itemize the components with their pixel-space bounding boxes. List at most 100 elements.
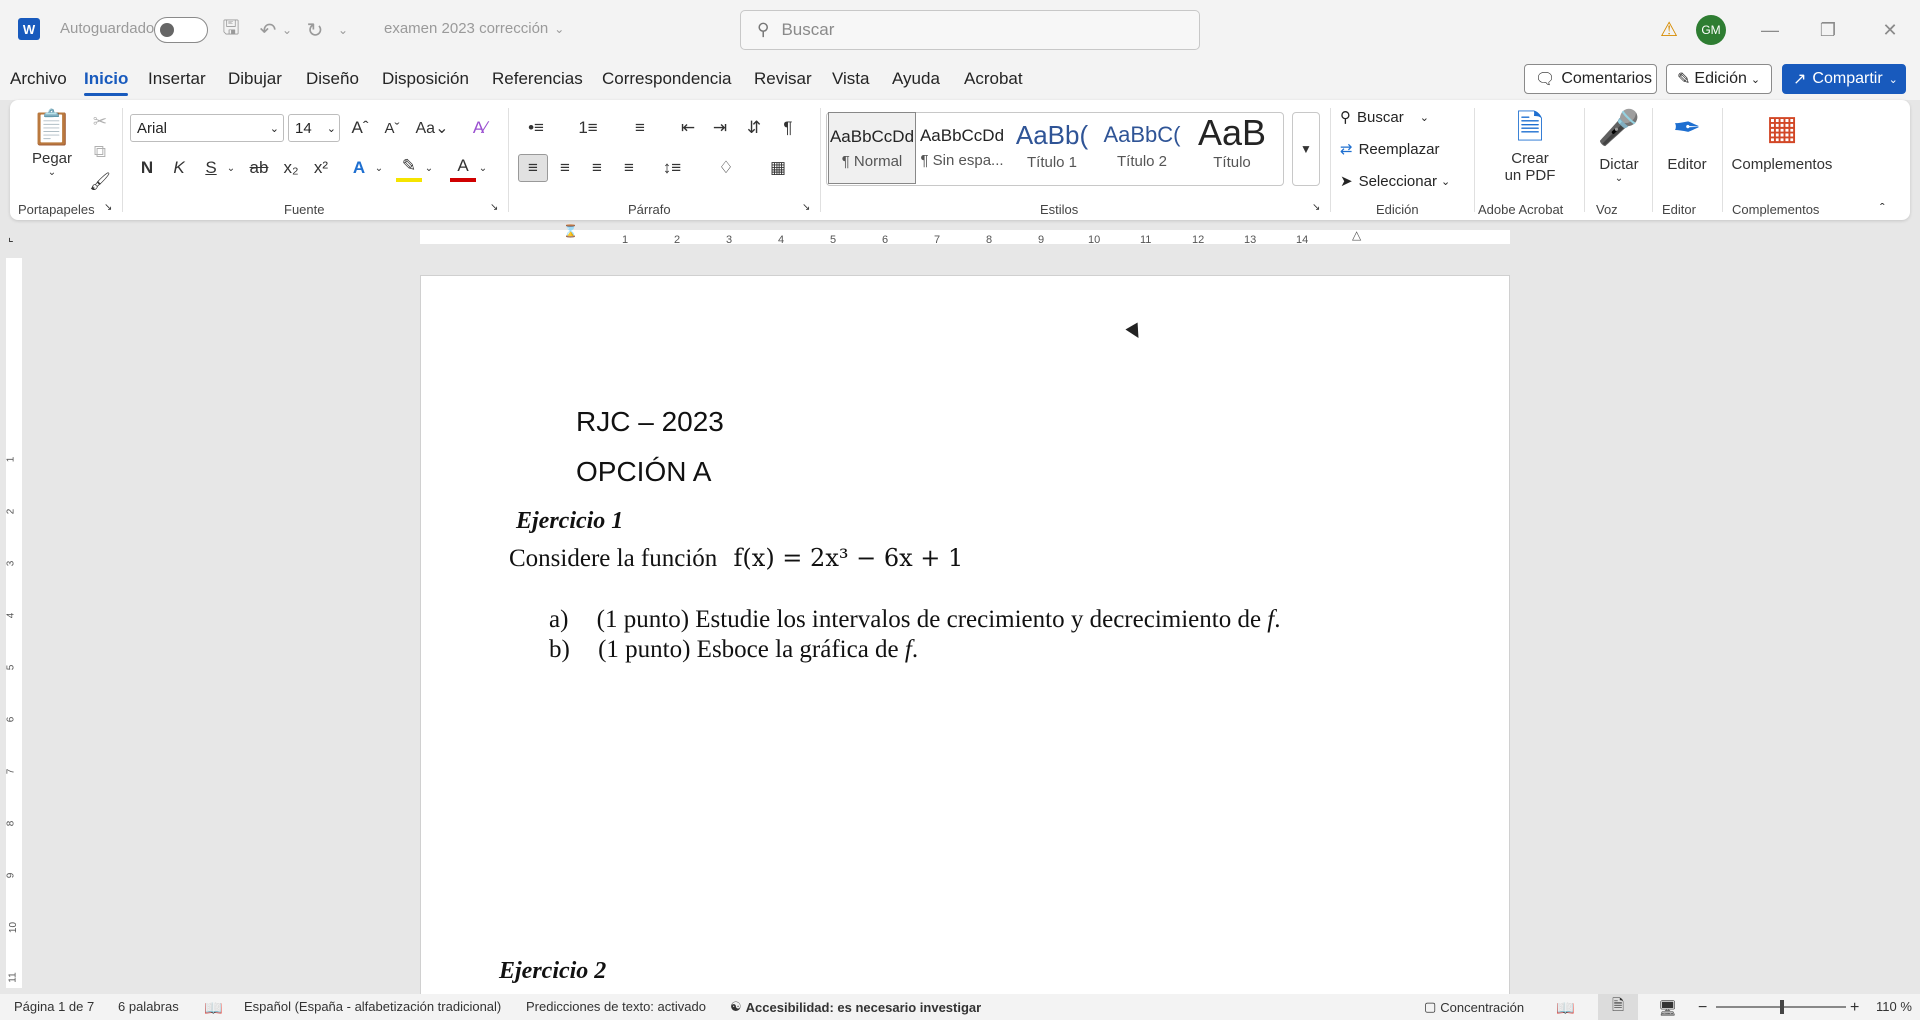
paste-button[interactable]: 📋 Pegar ⌄: [26, 106, 78, 178]
sort-icon[interactable]: ⇵: [740, 114, 768, 142]
chevron-down-icon[interactable]: ⌄: [224, 154, 238, 182]
dictate-button[interactable]: 🎤 Dictar ⌄: [1594, 106, 1644, 184]
tab-diseno[interactable]: Diseño: [306, 69, 359, 89]
editor-button[interactable]: ✒ Editor: [1660, 106, 1714, 173]
undo-dropdown-icon[interactable]: ⌄: [280, 17, 294, 43]
find-button[interactable]: ⚲ Buscar ⌄: [1340, 108, 1429, 127]
paragraph-launcher-icon[interactable]: ↘: [802, 202, 810, 213]
font-name-select[interactable]: Arial ⌄: [130, 114, 284, 142]
styles-more-icon[interactable]: ▼: [1292, 112, 1320, 186]
proofing-book-icon[interactable]: 📖: [204, 999, 223, 1017]
tab-disposicion[interactable]: Disposición: [382, 69, 469, 89]
cut-icon[interactable]: ✂: [86, 108, 114, 136]
show-formatting-icon[interactable]: ¶: [774, 114, 802, 142]
chevron-down-icon[interactable]: ⌄: [422, 154, 436, 182]
superscript-icon[interactable]: x²: [308, 154, 334, 182]
document-title[interactable]: examen 2023 corrección ⌄: [384, 20, 564, 37]
tab-archivo[interactable]: Archivo: [10, 69, 67, 89]
right-indent-marker-icon[interactable]: △: [1352, 228, 1361, 242]
highlight-icon[interactable]: ✎: [396, 154, 422, 182]
font-color-icon[interactable]: A: [450, 154, 476, 182]
zoom-slider[interactable]: [1716, 1000, 1846, 1014]
vertical-ruler[interactable]: 1 2 3 4 5 6 7 8 9 10 11: [5, 258, 22, 988]
bullets-icon[interactable]: •≡: [518, 114, 554, 142]
tab-referencias[interactable]: Referencias: [492, 69, 583, 89]
save-icon[interactable]: 🖫: [218, 17, 244, 43]
change-case-icon[interactable]: Aa⌄: [412, 114, 452, 142]
strikethrough-icon[interactable]: ab: [246, 154, 272, 182]
undo-icon[interactable]: ↶: [255, 17, 281, 43]
accessibility-status[interactable]: ☯ Accesibilidad: es necesario investigar: [730, 999, 981, 1015]
increase-indent-icon[interactable]: ⇥: [706, 114, 734, 142]
tab-acrobat[interactable]: Acrobat: [964, 69, 1023, 89]
bold-icon[interactable]: N: [134, 154, 160, 182]
style-no-spacing[interactable]: AaBbCcDd ¶ Sin espa...: [918, 112, 1006, 184]
addins-button[interactable]: ▦ Complementos: [1726, 106, 1838, 173]
select-button[interactable]: ➤ Seleccionar ⌄: [1340, 172, 1450, 191]
print-layout-icon[interactable]: 🗎: [1598, 994, 1638, 1020]
search-box[interactable]: ⚲ Buscar: [740, 10, 1200, 50]
focus-mode-button[interactable]: ▢ Concentración: [1424, 999, 1524, 1015]
zoom-in-icon[interactable]: +: [1850, 999, 1859, 1017]
font-launcher-icon[interactable]: ↘: [490, 202, 498, 213]
warning-icon[interactable]: ⚠: [1660, 17, 1678, 42]
indent-marker-icon[interactable]: ⌛: [563, 224, 578, 238]
line-spacing-icon[interactable]: ↕≡: [650, 154, 694, 182]
minimize-icon[interactable]: —: [1750, 14, 1790, 46]
share-button[interactable]: ↗ Compartir ⌄: [1782, 64, 1906, 94]
tab-revisar[interactable]: Revisar: [754, 69, 812, 89]
align-center-icon[interactable]: ≡: [550, 154, 580, 182]
web-layout-icon[interactable]: 🖥: [1658, 999, 1677, 1017]
editing-mode-button[interactable]: ✎ Edición ⌄: [1666, 64, 1772, 94]
subscript-icon[interactable]: x₂: [278, 154, 304, 182]
word-count[interactable]: 6 palabras: [118, 999, 179, 1014]
document-page[interactable]: RJC – 2023 OPCIÓN A Ejercicio 1 Consider…: [420, 275, 1510, 995]
style-heading-2[interactable]: AaBbC( Título 2: [1098, 112, 1186, 184]
decrease-indent-icon[interactable]: ⇤: [674, 114, 702, 142]
create-pdf-button[interactable]: 🗎 Crear un PDF: [1494, 106, 1566, 184]
chevron-down-icon[interactable]: ⌄: [372, 154, 386, 182]
tab-selector-icon[interactable]: ⌞: [8, 230, 14, 244]
styles-launcher-icon[interactable]: ↘: [1312, 202, 1320, 213]
shrink-font-icon[interactable]: Aˇ: [378, 114, 406, 142]
zoom-level[interactable]: 110 %: [1876, 999, 1912, 1014]
autosave-toggle[interactable]: [154, 17, 208, 43]
style-title[interactable]: AaB Título: [1188, 112, 1276, 184]
text-effects-icon[interactable]: A: [346, 154, 372, 182]
restore-icon[interactable]: ❐: [1808, 14, 1848, 46]
multilevel-list-icon[interactable]: ≡: [622, 114, 658, 142]
redo-icon[interactable]: ↻: [302, 17, 328, 43]
tab-vista[interactable]: Vista: [832, 69, 870, 89]
grow-font-icon[interactable]: Aˆ: [346, 114, 374, 142]
horizontal-ruler[interactable]: ⌞ ⌛ △ 1 2 3 4 5 6 7 8 9 10 11 12 13 14: [0, 224, 1920, 250]
text-predictions-status[interactable]: Predicciones de texto: activado: [526, 999, 706, 1014]
collapse-ribbon-icon[interactable]: ˆ: [1880, 200, 1885, 216]
style-normal[interactable]: AaBbCcDd ¶ Normal: [828, 112, 916, 184]
chevron-down-icon[interactable]: ⌄: [476, 154, 490, 182]
clear-formatting-icon[interactable]: A∕: [466, 114, 494, 142]
avatar[interactable]: GM: [1696, 15, 1726, 45]
read-mode-icon[interactable]: 📖: [1556, 999, 1575, 1017]
zoom-slider-thumb[interactable]: [1780, 1000, 1784, 1014]
italic-icon[interactable]: K: [166, 154, 192, 182]
close-icon[interactable]: ✕: [1870, 14, 1910, 46]
page-count[interactable]: Página 1 de 7: [14, 999, 94, 1014]
tab-insertar[interactable]: Insertar: [148, 69, 206, 89]
align-left-icon[interactable]: ≡: [518, 154, 548, 182]
shading-icon[interactable]: ♢: [704, 154, 748, 182]
tab-dibujar[interactable]: Dibujar: [228, 69, 282, 89]
zoom-out-icon[interactable]: −: [1698, 999, 1707, 1017]
comments-button[interactable]: 🗨 Comentarios: [1524, 64, 1657, 94]
font-size-select[interactable]: 14 ⌄: [288, 114, 340, 142]
tab-ayuda[interactable]: Ayuda: [892, 69, 940, 89]
style-heading-1[interactable]: AaBb( Título 1: [1008, 112, 1096, 184]
replace-button[interactable]: ⇄ Reemplazar: [1340, 140, 1439, 159]
customize-qat-icon[interactable]: ⌄: [336, 17, 350, 43]
numbering-icon[interactable]: 1≡: [570, 114, 606, 142]
clipboard-launcher-icon[interactable]: ↘: [104, 202, 112, 213]
justify-icon[interactable]: ≡: [614, 154, 644, 182]
borders-icon[interactable]: ▦: [756, 154, 800, 182]
align-right-icon[interactable]: ≡: [582, 154, 612, 182]
underline-icon[interactable]: S: [198, 154, 224, 182]
tab-correspondencia[interactable]: Correspondencia: [602, 69, 731, 89]
